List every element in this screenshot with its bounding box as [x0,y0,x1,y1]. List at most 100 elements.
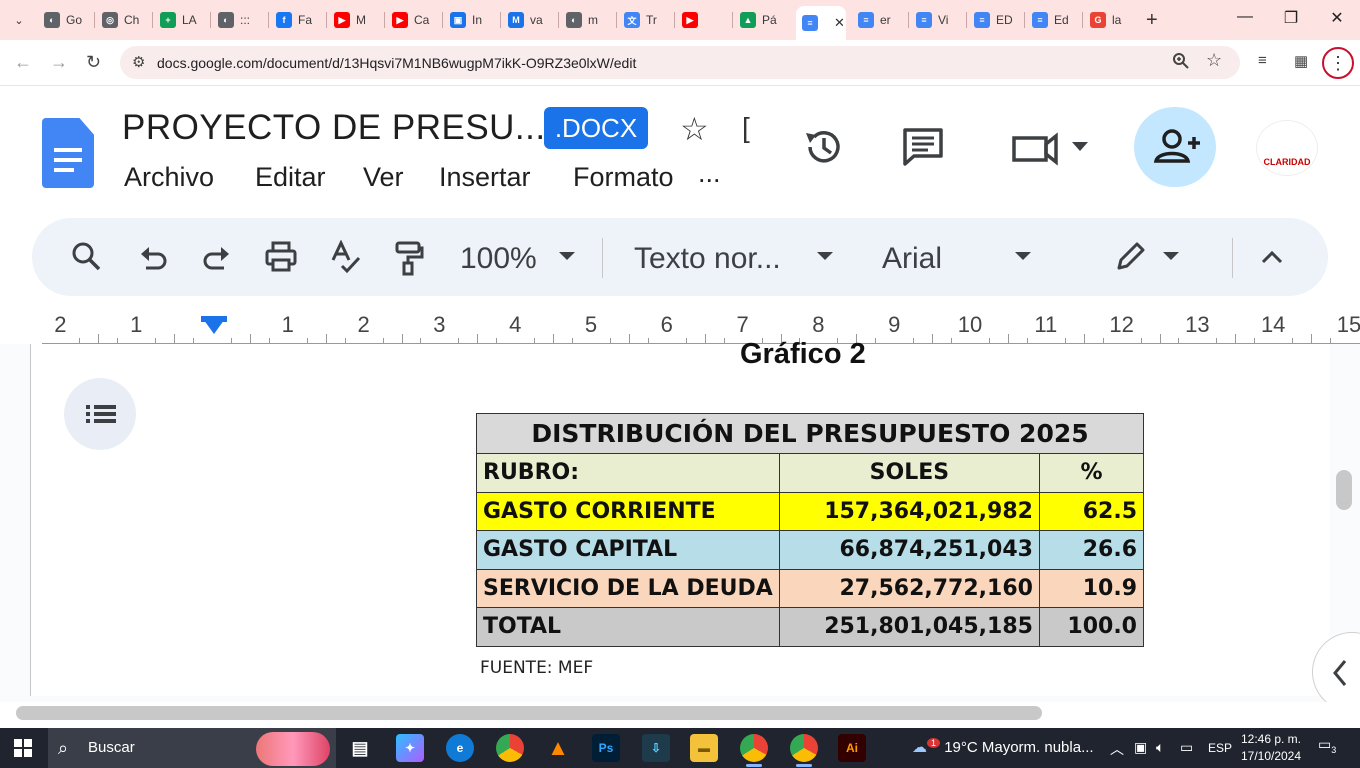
copilot-icon[interactable]: ✦ [396,734,424,762]
horizontal-scrollbar-thumb[interactable] [16,706,1042,720]
close-tab-icon[interactable]: ✕ [834,15,845,31]
new-tab-button[interactable]: + [1146,9,1158,32]
browser-tab[interactable]: 文 Tr [618,6,675,34]
vlc-icon[interactable]: ▲ [544,734,572,762]
undo-icon[interactable] [138,240,168,274]
style-caret-icon[interactable] [817,252,833,260]
menu-archivo[interactable]: Archivo [124,162,214,193]
version-history-icon[interactable] [802,125,846,174]
left-indent-marker-icon[interactable] [201,316,227,334]
language-indicator[interactable]: ESP [1208,741,1232,755]
paragraph-style-select[interactable]: Texto nor... [634,242,781,276]
browser-tab[interactable]: ≡ er [852,6,909,34]
font-caret-icon[interactable] [1015,252,1031,260]
url-text[interactable]: docs.google.com/document/d/13Hqsvi7M1NB6… [157,55,636,71]
menu-ver[interactable]: Ver [363,162,404,193]
editing-mode-pencil-icon[interactable] [1114,240,1146,274]
browser-tab[interactable]: Mva [502,6,559,34]
edge-icon[interactable]: e [446,734,474,762]
bookmark-star-icon[interactable]: ☆ [1206,50,1222,71]
table-row: GASTO CORRIENTE 157,364,021,982 62.5 [476,491,1145,531]
weather-widget[interactable]: ☁ 1 19°C Mayorm. nubla... [912,738,1094,756]
chrome-active-icon[interactable] [790,734,818,762]
document-title[interactable]: PROYECTO DE PRESU... [122,108,546,148]
browser-tab[interactable]: ▣ In [444,6,501,34]
system-clock[interactable]: 12:46 p. m. 17/10/2024 [1236,731,1306,765]
app-download-icon[interactable]: ⇩ [642,734,670,762]
forward-button[interactable]: → [50,52,68,73]
account-avatar[interactable]: CLARIDAD [1256,120,1318,176]
browser-tab[interactable]: Gla [1084,6,1141,34]
zoom-icon[interactable] [1172,52,1190,75]
search-highlight-image[interactable] [256,732,330,766]
illustrator-icon[interactable]: Ai [838,734,866,762]
browser-tab[interactable]: ▲ Pá [734,6,791,34]
meet-camera-icon[interactable] [1010,130,1090,171]
minimize-button[interactable]: — [1222,8,1268,26]
horizontal-scrollbar[interactable] [0,702,1360,728]
browser-tab[interactable]: + LA [154,6,211,34]
zoom-caret-icon[interactable] [559,252,575,260]
address-bar[interactable]: ⚙ docs.google.com/document/d/13Hqsvi7M1N… [120,46,1240,79]
comments-icon[interactable] [902,126,944,173]
browser-tab[interactable]: ◎ Ch [96,6,153,34]
file-explorer-icon[interactable]: ▬ [690,734,718,762]
soles-cell: 27,562,772,160 [778,568,1040,608]
menu-more[interactable]: ... [698,158,721,189]
document-outline-button[interactable] [64,378,136,450]
zoom-select[interactable]: 100% [460,242,537,276]
redo-icon[interactable] [202,240,232,274]
photoshop-icon[interactable]: Ps [592,734,620,762]
spellcheck-icon[interactable] [330,239,362,274]
move-folder-icon[interactable]: [ [742,112,750,144]
browser-tab[interactable]: ≡ ED [968,6,1025,34]
menu-editar[interactable]: Editar [255,162,326,193]
notification-center-icon[interactable]: ▭3 [1318,736,1342,760]
paint-format-icon[interactable] [394,240,424,276]
docx-format-badge[interactable]: .DOCX [544,107,648,149]
browser-tab[interactable]: ▶ Ca [386,6,443,34]
chrome-icon[interactable] [496,734,524,762]
site-info-icon[interactable]: ⚙ [132,53,145,71]
browser-tab[interactable]: ▶ M [328,6,385,34]
tab-search-chevron-icon[interactable]: ⌄ [8,10,30,32]
docs-toolbar: 100% Texto nor... Arial [32,218,1328,296]
side-panel-toggle-button[interactable] [1312,632,1360,712]
browser-tab[interactable]: ◐ m [560,6,617,34]
reload-button[interactable]: ↻ [86,52,101,73]
restore-button[interactable]: ❐ [1268,8,1314,28]
browser-tab[interactable]: ◐ Go [38,6,95,34]
vertical-scrollbar-thumb[interactable] [1336,470,1352,510]
chrome-profile-icon[interactable] [740,734,768,762]
ruler-number: 8 [812,312,825,337]
browser-tab[interactable]: ≡ ✕ [796,6,846,40]
browser-tab[interactable]: ≡ Vi [910,6,967,34]
menu-formato[interactable]: Formato [573,162,674,193]
browser-tab[interactable]: ≡ Ed [1026,6,1083,34]
star-icon[interactable]: ☆ [680,110,709,148]
collapse-menus-chevron-icon[interactable] [1260,240,1284,274]
back-button[interactable]: ← [14,52,32,73]
network-icon[interactable]: ▭ [1180,739,1193,756]
media-control-icon[interactable]: ≡ [1258,52,1267,69]
menu-insertar[interactable]: Insertar [439,162,531,193]
tab-separator [908,12,909,28]
browser-tab[interactable]: ▶ [676,6,733,34]
browser-tab[interactable]: ◐::: [212,6,269,34]
close-window-button[interactable]: ✕ [1314,8,1360,28]
font-select[interactable]: Arial [882,242,942,276]
docs-logo-icon[interactable] [42,118,94,188]
extension-icon[interactable]: ▦ [1294,52,1308,70]
browser-menu-button[interactable]: ⋮ [1322,47,1354,79]
task-view-icon[interactable]: ▤ [346,734,374,762]
volume-icon[interactable]: 🔈︎ [1156,739,1164,756]
search-icon[interactable] [70,240,102,274]
print-icon[interactable] [264,240,298,274]
show-hidden-icons-chevron-icon[interactable]: ︿ [1110,739,1124,759]
browser-tab[interactable]: f Fa [270,6,327,34]
share-button[interactable] [1134,107,1216,187]
windows-start-icon[interactable] [14,739,32,757]
editing-mode-caret-icon[interactable] [1163,252,1179,260]
camera-tray-icon[interactable]: ▣ [1134,739,1147,756]
percent-cell: 10.9 [1038,568,1145,608]
